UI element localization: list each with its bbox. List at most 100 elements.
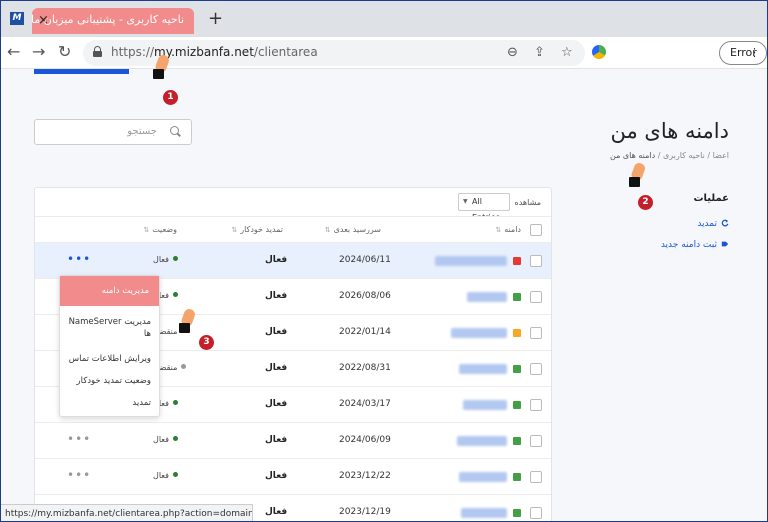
page-title: دامنه های من — [610, 119, 729, 143]
status-badge: فعال — [153, 435, 178, 444]
profile-error-button[interactable]: Error ⋮ — [719, 41, 767, 65]
domain-actions-menu: مدیریت دامنه مدیریت NameServer ها ویرایش… — [59, 275, 160, 417]
next-due-date: 2026/08/06 — [339, 291, 391, 301]
bookmark-star-icon[interactable]: ☆ — [561, 44, 573, 62]
status-bar-url: https://my.mizbanfa.net/clientarea.php?a… — [1, 504, 253, 521]
status-dot-icon — [172, 472, 178, 477]
row-checkbox[interactable] — [530, 435, 542, 447]
table-row[interactable]: 2023/12/22 فعال فعال ••• — [35, 458, 551, 494]
row-checkbox[interactable] — [530, 255, 542, 267]
search-placeholder: جستجو — [127, 126, 157, 137]
lock-icon[interactable] — [93, 46, 102, 57]
domain-lock-icon — [513, 401, 521, 409]
show-entries-label: مشاهده — [514, 198, 541, 207]
menu-item-auto-renew[interactable]: وضعیت تمدید خودکار — [77, 375, 151, 387]
menu-item-manage-domain[interactable]: مدیریت دامنه — [60, 276, 159, 306]
reload-icon[interactable]: ↻ — [58, 42, 71, 62]
domain-lock-icon — [513, 329, 521, 337]
search-input[interactable]: جستجو — [34, 119, 192, 145]
domain-name[interactable] — [463, 400, 507, 410]
next-due-date: 2024/03/17 — [339, 399, 391, 409]
tag-icon — [721, 241, 729, 247]
step-badge: 2 — [638, 195, 653, 210]
extension-icon[interactable] — [592, 45, 606, 59]
row-checkbox[interactable] — [530, 291, 542, 303]
row-checkbox[interactable] — [530, 363, 542, 375]
forward-icon[interactable]: → — [32, 42, 45, 62]
status-dot-icon — [172, 436, 178, 441]
menu-icon[interactable]: ⋮ — [749, 42, 760, 64]
table-row[interactable]: 2024/06/11 فعال فعال ••• — [35, 242, 551, 278]
next-due-date: 2024/06/09 — [339, 435, 391, 445]
breadcrumb: اعضا / ناحیه کاربری / دامنه های من — [610, 151, 729, 160]
browser-toolbar: ← → ↻ https://my.mizbanfa.net/clientarea… — [1, 37, 767, 69]
menu-item-renew[interactable]: تمدید — [132, 397, 151, 409]
domain-name[interactable] — [435, 256, 507, 266]
auto-renew-value: فعال — [265, 363, 288, 373]
menu-item-nameservers[interactable]: مدیریت NameServer ها — [61, 316, 151, 340]
auto-renew-value: فعال — [265, 291, 288, 301]
row-more-icon[interactable]: ••• — [67, 468, 91, 482]
chevron-down-icon: ▼ — [463, 198, 468, 205]
register-domain-action[interactable]: ثبت دامنه جدید — [661, 240, 729, 250]
domain-lock-icon — [513, 473, 521, 481]
sort-icon: ⇅ — [143, 226, 150, 234]
col-status[interactable]: وضعیت⇅ — [143, 225, 177, 234]
row-more-icon[interactable]: ••• — [67, 432, 91, 446]
auto-renew-value: فعال — [265, 255, 288, 265]
auto-renew-value: فعال — [265, 327, 288, 337]
status-dot-icon — [172, 256, 178, 261]
next-due-date: 2022/08/31 — [339, 363, 391, 373]
domain-name[interactable] — [451, 328, 507, 338]
sort-icon: ⇅ — [495, 226, 502, 234]
domain-lock-icon — [513, 257, 521, 265]
breadcrumb-item[interactable]: ناحیه کاربری — [663, 151, 705, 160]
domain-lock-icon — [513, 365, 521, 373]
row-checkbox[interactable] — [530, 327, 542, 339]
pointer-hand-icon — [627, 161, 647, 187]
select-all-checkbox[interactable] — [530, 224, 542, 236]
entries-select[interactable]: ▼ All Entries — [458, 193, 510, 222]
row-checkbox[interactable] — [530, 471, 542, 483]
menu-item-contact-info[interactable]: ویرایش اطلاعات تماس — [69, 353, 151, 365]
table-header: دامنه⇅ سررسید بعدی⇅ تمدید خودکار⇅ وضعیت⇅ — [35, 216, 551, 242]
tab-strip: M × ناحیه کاربری - پشتیبانی میزبان ما + — [1, 1, 767, 37]
zoom-icon[interactable]: ⊖ — [507, 44, 518, 62]
search-icon — [170, 126, 181, 137]
domain-lock-icon — [513, 293, 521, 301]
tab-title: ناحیه کاربری - پشتیبانی میزبان ما — [31, 13, 184, 26]
domain-name[interactable] — [467, 292, 507, 302]
row-checkbox[interactable] — [530, 507, 542, 519]
new-tab-icon[interactable]: + — [208, 8, 223, 30]
row-checkbox[interactable] — [530, 399, 542, 411]
app-logo-icon: M — [10, 12, 24, 25]
next-due-date: 2022/01/14 — [339, 327, 391, 337]
step-badge: 1 — [163, 90, 178, 105]
renew-action[interactable]: تمدید — [697, 219, 729, 229]
pointer-hand-icon — [151, 53, 171, 79]
domain-name[interactable] — [459, 364, 507, 374]
auto-renew-value: فعال — [265, 507, 288, 517]
browser-tab[interactable]: × ناحیه کاربری - پشتیبانی میزبان ما — [31, 8, 194, 34]
share-icon[interactable]: ⇪ — [534, 44, 545, 62]
breadcrumb-item[interactable]: اعضا — [713, 151, 729, 160]
status-badge: فعال — [153, 471, 178, 480]
row-more-icon[interactable]: ••• — [67, 252, 91, 266]
back-icon[interactable]: ← — [7, 42, 20, 62]
col-domain[interactable]: دامنه⇅ — [495, 225, 521, 234]
sort-icon: ⇅ — [231, 226, 238, 234]
table-row[interactable]: 2024/06/09 فعال فعال ••• — [35, 422, 551, 458]
col-next-due[interactable]: سررسید بعدی⇅ — [325, 225, 381, 234]
col-auto-renew[interactable]: تمدید خودکار⇅ — [231, 225, 283, 234]
status-dot-icon — [172, 400, 178, 405]
domain-name[interactable] — [461, 508, 507, 518]
domain-name[interactable] — [459, 472, 507, 482]
url-text[interactable]: https://my.mizbanfa.net/clientarea — [111, 45, 318, 59]
next-due-date: 2024/06/11 — [339, 255, 391, 265]
next-due-date: 2023/12/22 — [339, 471, 391, 481]
step-badge: 3 — [199, 335, 214, 350]
domain-name[interactable] — [457, 436, 507, 446]
status-badge: فعال — [153, 255, 178, 264]
actions-title: عملیات — [693, 193, 729, 204]
page-content: جستجو دامنه های من اعضا / ناحیه کاربری /… — [1, 53, 767, 521]
